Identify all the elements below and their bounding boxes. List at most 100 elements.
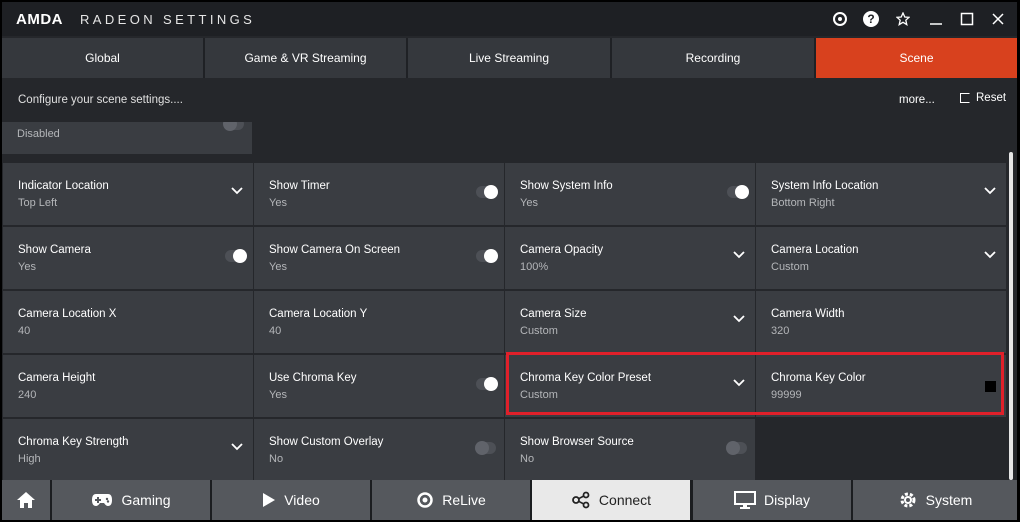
setting-value: No <box>520 453 535 465</box>
setting-value: Yes <box>18 261 36 273</box>
setting-label: Camera Size <box>520 308 587 320</box>
chevron-down-icon[interactable] <box>984 187 996 195</box>
toggle-switch[interactable] <box>726 441 747 455</box>
nav-relive-button[interactable]: ReLive <box>372 480 530 520</box>
setting-value: Bottom Right <box>771 197 835 209</box>
setting-tile-show-custom-overlay[interactable]: Show Custom Overlay No <box>254 419 504 480</box>
setting-value: Yes <box>520 197 538 209</box>
setting-label: Camera Location Y <box>269 308 368 320</box>
scrollbar[interactable] <box>1008 122 1014 480</box>
nav-system-button[interactable]: System <box>853 480 1017 520</box>
setting-label: Show System Info <box>520 180 613 192</box>
setting-value: Disabled <box>17 128 60 140</box>
nav-label: System <box>925 492 973 508</box>
nav-gaming-button[interactable]: Gaming <box>52 480 210 520</box>
chevron-down-icon[interactable] <box>984 251 996 259</box>
setting-tile-show-timer[interactable]: Show Timer Yes <box>254 163 504 225</box>
chevron-down-icon[interactable] <box>733 315 745 323</box>
setting-label: Chroma Key Strength <box>18 436 129 448</box>
tab-bar: Global Game & VR Streaming Live Streamin… <box>2 38 1017 78</box>
svg-text:?: ? <box>867 12 874 26</box>
setting-label: Camera Location <box>771 244 859 256</box>
tab-recording[interactable]: Recording <box>612 38 814 78</box>
setting-label: System Info Location <box>771 180 879 192</box>
setting-label: Use Chroma Key <box>269 372 357 384</box>
setting-tile-camera-height[interactable]: Camera Height 240 <box>3 355 253 417</box>
setting-tile-show-system-info[interactable]: Show System Info Yes <box>505 163 755 225</box>
setting-label: Show Camera <box>18 244 91 256</box>
setting-tile-show-camera[interactable]: Show Camera Yes <box>3 227 253 289</box>
setting-tile-chroma-key-strength[interactable]: Chroma Key Strength High <box>3 419 253 480</box>
close-icon[interactable] <box>987 8 1009 30</box>
nav-connect-button[interactable]: Connect <box>532 480 690 520</box>
setting-tile-camera-location-x[interactable]: Camera Location X 40 <box>3 291 253 353</box>
maximize-icon[interactable] <box>956 8 978 30</box>
nav-display-button[interactable]: Display <box>693 480 851 520</box>
toggle-switch[interactable] <box>476 249 498 263</box>
tab-game-vr-streaming[interactable]: Game & VR Streaming <box>205 38 406 78</box>
tab-global[interactable]: Global <box>2 38 203 78</box>
toggle-knob <box>475 441 489 455</box>
setting-tile-camera-location-y[interactable]: Camera Location Y 40 <box>254 291 504 353</box>
reset-button[interactable]: Reset <box>960 92 1006 104</box>
amd-logo: AMDA <box>16 11 63 28</box>
chevron-down-icon[interactable] <box>733 251 745 259</box>
chevron-down-icon[interactable] <box>733 379 745 387</box>
toggle-switch[interactable] <box>225 249 247 263</box>
setting-label: Show Camera On Screen <box>269 244 401 256</box>
toggle-knob <box>233 249 247 263</box>
setting-tile-partial[interactable]: Disabled <box>2 122 252 154</box>
setting-tile-camera-opacity[interactable]: Camera Opacity 100% <box>505 227 755 289</box>
color-swatch[interactable] <box>985 381 996 392</box>
setting-tile-camera-size[interactable]: Camera Size Custom <box>505 291 755 353</box>
toggle-switch[interactable] <box>727 185 749 199</box>
nav-label: Gaming <box>121 492 171 508</box>
setting-tile-indicator-location[interactable]: Indicator Location Top Left <box>3 163 253 225</box>
tab-scene[interactable]: Scene <box>816 38 1017 78</box>
setting-tile-camera-width[interactable]: Camera Width 320 <box>756 291 1006 353</box>
setting-value: Yes <box>269 389 287 401</box>
setting-label: Show Browser Source <box>520 436 634 448</box>
chevron-down-icon[interactable] <box>231 187 243 195</box>
toggle-knob <box>484 185 498 199</box>
radeon-settings-window: AMDA RADEON SETTINGS ? Global Game & VR … <box>2 2 1017 520</box>
setting-value: Custom <box>771 261 809 273</box>
help-icon[interactable]: ? <box>860 8 882 30</box>
connect-icon <box>571 491 591 509</box>
toggle-switch[interactable] <box>223 122 244 131</box>
setting-tile-show-camera-on-screen[interactable]: Show Camera On Screen Yes <box>254 227 504 289</box>
toggle-knob <box>484 377 498 391</box>
update-icon[interactable] <box>829 8 851 30</box>
setting-label: Indicator Location <box>18 180 109 192</box>
nav-video-button[interactable]: Video <box>212 480 370 520</box>
setting-tile-chroma-key-color-preset[interactable]: Chroma Key Color Preset Custom <box>505 355 755 417</box>
setting-tile-show-browser-source[interactable]: Show Browser Source No <box>505 419 755 480</box>
title-bar: AMDA RADEON SETTINGS ? <box>2 2 1017 36</box>
setting-label: Camera Opacity <box>520 244 604 256</box>
nav-label: Video <box>284 492 320 508</box>
toggle-switch[interactable] <box>476 377 498 391</box>
scrollbar-thumb[interactable] <box>1009 152 1013 480</box>
setting-label: Camera Width <box>771 308 845 320</box>
setting-tile-system-info-location[interactable]: System Info Location Bottom Right <box>756 163 1006 225</box>
minimize-icon[interactable] <box>925 8 947 30</box>
nav-home-button[interactable] <box>2 480 50 520</box>
toggle-switch[interactable] <box>475 441 496 455</box>
toggle-knob <box>726 441 740 455</box>
tab-live-streaming[interactable]: Live Streaming <box>408 38 610 78</box>
setting-tile-chroma-key-color[interactable]: Chroma Key Color 99999 <box>756 355 1006 417</box>
setting-value: 320 <box>771 325 790 337</box>
setting-value: Yes <box>269 261 287 273</box>
setting-label: Chroma Key Color Preset <box>520 372 652 384</box>
setting-tile-camera-location[interactable]: Camera Location Custom <box>756 227 1006 289</box>
setting-value: Yes <box>269 197 287 209</box>
home-icon <box>16 491 36 509</box>
chevron-down-icon[interactable] <box>231 443 243 451</box>
setting-value: 40 <box>18 325 31 337</box>
setting-value: 240 <box>18 389 37 401</box>
more-link[interactable]: more... <box>899 94 935 106</box>
monitor-icon <box>734 491 757 509</box>
toggle-switch[interactable] <box>476 185 498 199</box>
setting-tile-use-chroma-key[interactable]: Use Chroma Key Yes <box>254 355 504 417</box>
star-icon[interactable] <box>892 8 914 30</box>
